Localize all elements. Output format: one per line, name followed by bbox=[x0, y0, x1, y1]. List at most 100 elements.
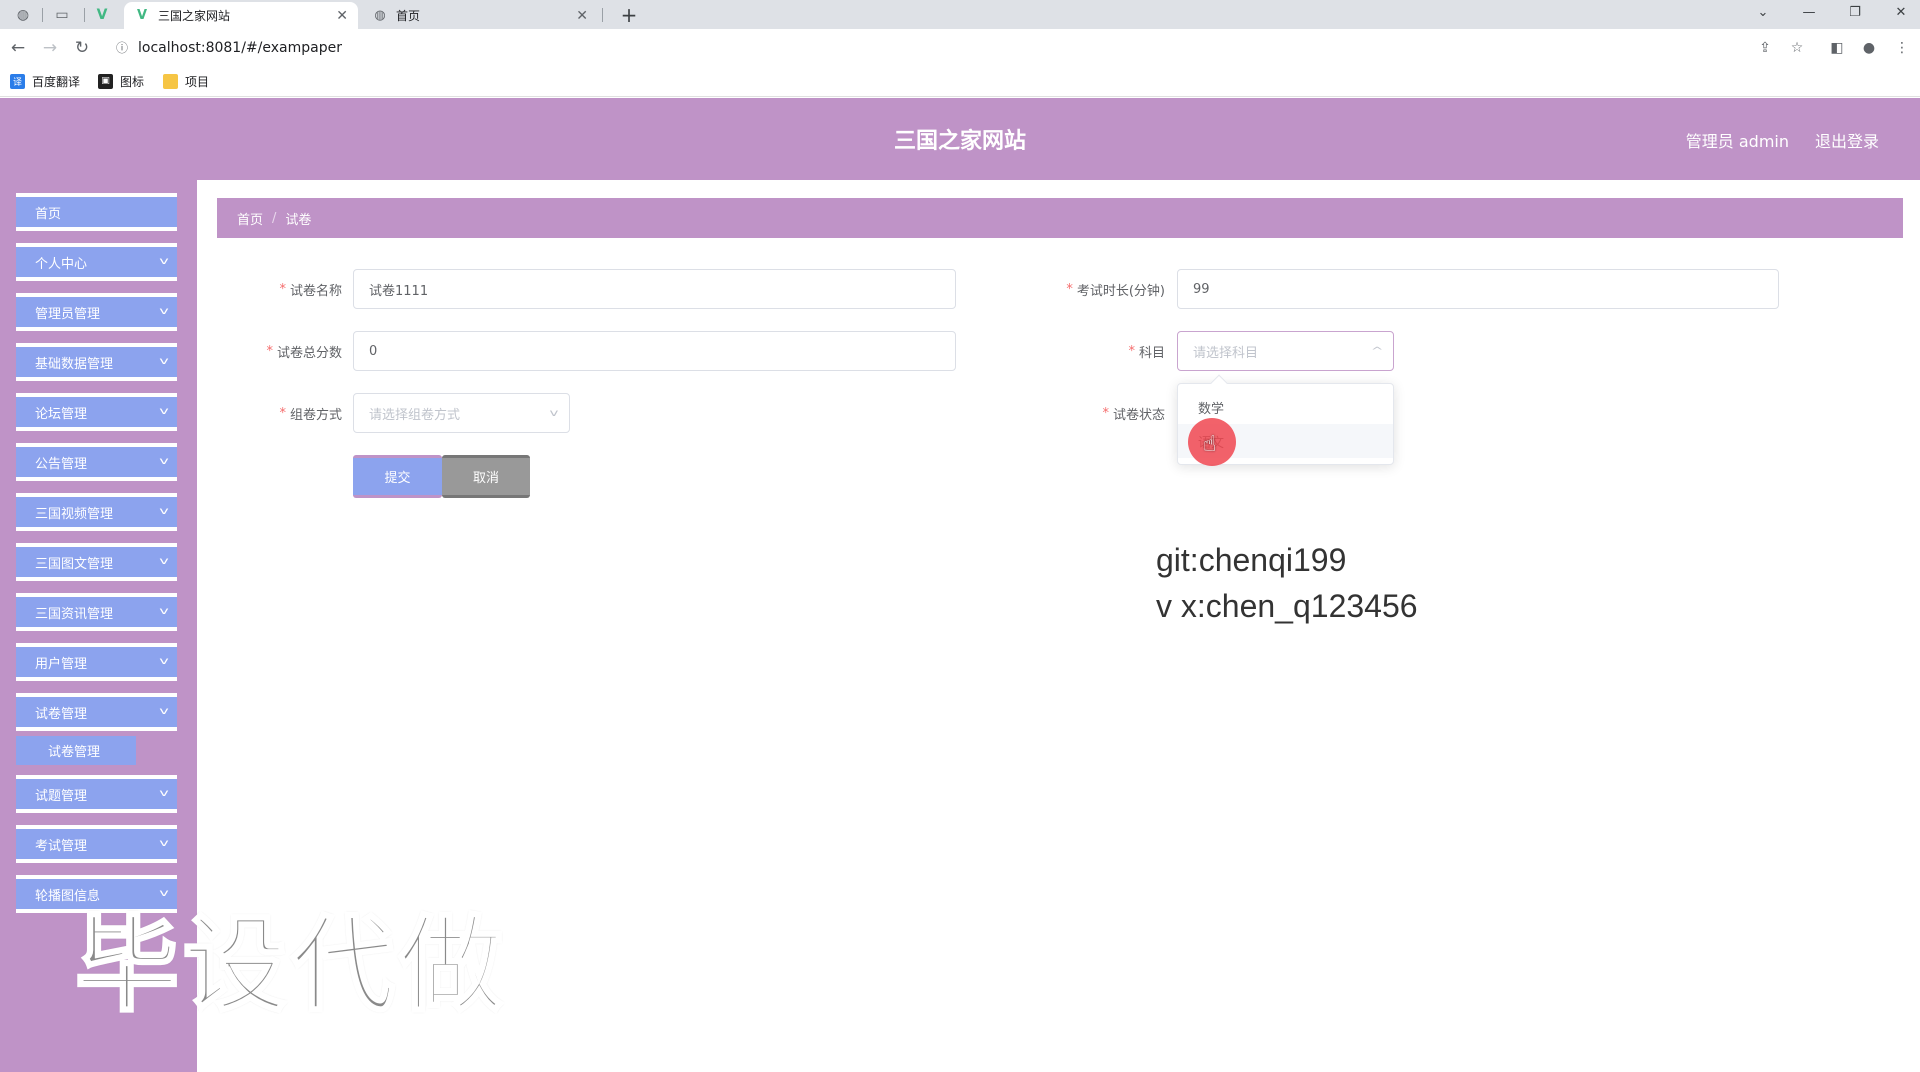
bookmark-label: 图标 bbox=[120, 74, 145, 89]
duration-input[interactable]: 99 bbox=[1177, 269, 1779, 309]
sidebar-item-label: 考试管理 bbox=[35, 838, 88, 854]
tab-separator bbox=[602, 8, 603, 22]
reload-icon[interactable]: ↻ bbox=[70, 36, 94, 60]
sidebar-item-label: 管理员管理 bbox=[35, 306, 101, 322]
subject-placeholder: 请选择科目 bbox=[1193, 345, 1259, 361]
sidebar-item-home[interactable]: 首页 bbox=[16, 193, 177, 231]
hand-cursor-icon: ☝ bbox=[1203, 432, 1217, 457]
chevron-down-icon: v bbox=[549, 407, 559, 419]
chevron-down-icon: v bbox=[159, 256, 169, 267]
bookmark-item[interactable]: ▣ 图标 bbox=[98, 72, 144, 90]
chevron-down-icon: v bbox=[159, 456, 169, 467]
pinned-tab-icon[interactable]: ▭ bbox=[48, 4, 76, 26]
vx-overlay-text: v x:chen_q123456 bbox=[1156, 588, 1418, 624]
sidebar-item-label: 基础数据管理 bbox=[35, 356, 114, 372]
sidebar-item-profile[interactable]: 个人中心 v bbox=[16, 243, 177, 281]
chevron-down-icon: v bbox=[159, 406, 169, 417]
sidebar-item-label: 三国视频管理 bbox=[35, 506, 114, 522]
breadcrumb-home[interactable]: 首页 bbox=[237, 209, 263, 228]
chevron-up-icon: ^ bbox=[1370, 345, 1384, 357]
minimize-button[interactable]: — bbox=[1786, 0, 1832, 24]
tab-separator bbox=[84, 8, 85, 22]
breadcrumb: 首页 / 试卷 bbox=[217, 198, 1903, 238]
chevron-down-icon: v bbox=[159, 706, 169, 717]
sidebar-item-label: 三国资讯管理 bbox=[35, 606, 114, 622]
bookmark-item[interactable]: 译 百度翻译 bbox=[10, 72, 80, 90]
cancel-button[interactable]: 取消 bbox=[442, 455, 530, 498]
globe-icon[interactable]: ◍ bbox=[9, 4, 37, 26]
close-icon[interactable]: ✕ bbox=[336, 8, 348, 24]
profile-icon[interactable]: ● bbox=[1859, 38, 1879, 58]
vue-logo-icon[interactable]: V bbox=[88, 4, 116, 26]
sidebar-item-exam[interactable]: 考试管理 v bbox=[16, 825, 177, 863]
vue-logo-icon: V bbox=[136, 8, 148, 23]
chevron-down-icon: v bbox=[159, 306, 169, 317]
sidebar-item-news[interactable]: 三国资讯管理 v bbox=[16, 593, 177, 631]
folder-icon bbox=[163, 73, 178, 89]
close-window-button[interactable]: ✕ bbox=[1878, 0, 1920, 24]
total-score-label: * 试卷总分数 bbox=[266, 343, 342, 361]
compose-method-placeholder: 请选择组卷方式 bbox=[369, 407, 461, 423]
restore-button[interactable]: ❐ bbox=[1832, 0, 1878, 24]
menu-icon[interactable]: ⋮ bbox=[1892, 38, 1912, 58]
sidebar-item-questions[interactable]: 试题管理 v bbox=[16, 775, 177, 813]
site-title: 三国之家网站 bbox=[893, 129, 1026, 154]
sidebar-subitem-exampaper[interactable]: 试卷管理 bbox=[16, 736, 136, 765]
translate-icon: 译 bbox=[10, 73, 25, 89]
tab-inactive[interactable]: ◍ 首页 ✕ bbox=[362, 2, 598, 29]
globe-icon: ◍ bbox=[374, 8, 386, 23]
bookmark-item[interactable]: 项目 bbox=[163, 72, 209, 90]
new-tab-button[interactable]: + bbox=[616, 2, 642, 28]
chevron-down-icon: v bbox=[159, 356, 169, 367]
admin-label: 管理员 admin bbox=[1685, 132, 1789, 151]
chevron-down-icon: v bbox=[159, 838, 169, 849]
sidebar-item-basedata[interactable]: 基础数据管理 v bbox=[16, 343, 177, 381]
sidebar-item-users[interactable]: 用户管理 v bbox=[16, 643, 177, 681]
sidebar-item-video[interactable]: 三国视频管理 v bbox=[16, 493, 177, 531]
watermark-text: 毕设代做 bbox=[73, 903, 508, 1028]
icon-font-icon: ▣ bbox=[98, 73, 113, 89]
sidebar-item-label: 用户管理 bbox=[35, 656, 88, 672]
bookmark-label: 百度翻译 bbox=[32, 74, 81, 89]
chevron-down-icon: v bbox=[159, 788, 169, 799]
info-icon[interactable]: ⓘ bbox=[116, 39, 128, 56]
app-header: 三国之家网站 管理员 admin 退出登录 bbox=[0, 98, 1920, 180]
tab-active[interactable]: V 三国之家网站 ✕ bbox=[124, 2, 358, 29]
subject-select[interactable]: 请选择科目 ^ bbox=[1177, 331, 1394, 371]
chevron-down-icon: v bbox=[159, 606, 169, 617]
breadcrumb-separator: / bbox=[272, 210, 277, 226]
forward-icon[interactable]: → bbox=[38, 36, 62, 60]
sidebar-item-exampaper[interactable]: 试卷管理 v bbox=[16, 693, 177, 731]
bookmark-label: 项目 bbox=[185, 74, 210, 89]
browser-tab-bar: ◍ ▭ V V 三国之家网站 ✕ ◍ 首页 ✕ + ⌄ — ❐ ✕ bbox=[0, 0, 1920, 29]
sidebar-item-label: 试题管理 bbox=[35, 788, 88, 804]
duration-label: * 考试时长(分钟) bbox=[1066, 281, 1165, 299]
star-icon[interactable]: ☆ bbox=[1787, 38, 1807, 58]
sidepanel-icon[interactable]: ◧ bbox=[1827, 38, 1847, 58]
sidebar-item-label: 公告管理 bbox=[35, 456, 88, 472]
close-icon[interactable]: ✕ bbox=[576, 8, 588, 24]
share-icon[interactable]: ⇪ bbox=[1755, 38, 1775, 58]
sidebar-item-forum[interactable]: 论坛管理 v bbox=[16, 393, 177, 431]
chevron-down-icon: v bbox=[159, 556, 169, 567]
compose-method-select[interactable]: 请选择组卷方式 v bbox=[353, 393, 570, 433]
tab-title: 首页 bbox=[396, 9, 421, 23]
total-score-input[interactable]: 0 bbox=[353, 331, 956, 371]
sidebar-item-label: 试卷管理 bbox=[35, 706, 88, 722]
back-icon[interactable]: ← bbox=[6, 36, 30, 60]
status-label: * 试卷状态 bbox=[1102, 405, 1165, 423]
sidebar-item-notice[interactable]: 公告管理 v bbox=[16, 443, 177, 481]
dropdown-caret bbox=[1210, 374, 1228, 392]
tab-search-icon[interactable]: ⌄ bbox=[1740, 0, 1786, 24]
sidebar-item-article[interactable]: 三国图文管理 v bbox=[16, 543, 177, 581]
paper-name-input[interactable]: 试卷1111 bbox=[353, 269, 956, 309]
paper-name-label: * 试卷名称 bbox=[279, 281, 342, 299]
url-field[interactable]: ⓘ localhost:8081/#/exampaper bbox=[108, 33, 1778, 62]
logout-link[interactable]: 退出登录 bbox=[1815, 128, 1879, 152]
submit-button[interactable]: 提交 bbox=[353, 455, 442, 498]
breadcrumb-current: 试卷 bbox=[285, 212, 312, 228]
sidebar-item-admin[interactable]: 管理员管理 v bbox=[16, 293, 177, 331]
compose-method-label: * 组卷方式 bbox=[279, 405, 342, 423]
sidebar-item-label: 个人中心 bbox=[35, 256, 88, 272]
sidebar-item-label: 三国图文管理 bbox=[35, 556, 114, 572]
